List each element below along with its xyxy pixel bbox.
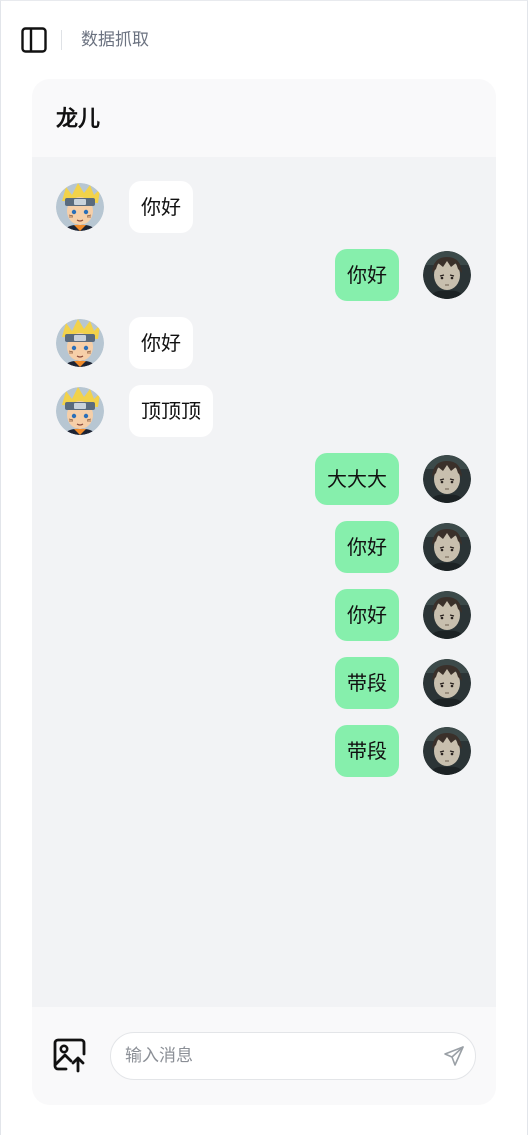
chat-panel: 龙儿 你好 你好 你好 顶顶顶 大大大 你好 你好 带段 带段 输入消息 xyxy=(32,79,496,1105)
message-row: 你好 xyxy=(32,317,496,371)
message-bubble: 大大大 xyxy=(315,453,399,505)
image-upload-icon[interactable] xyxy=(52,1037,88,1073)
naruto-avatar xyxy=(56,387,104,435)
dark-haired-avatar xyxy=(423,727,471,775)
message-bubble: 你好 xyxy=(129,317,193,369)
dark-haired-avatar xyxy=(423,659,471,707)
message-composer xyxy=(32,1007,496,1105)
chat-header: 龙儿 xyxy=(32,79,496,157)
message-bubble: 你好 xyxy=(335,521,399,573)
contact-name: 龙儿 xyxy=(56,107,101,132)
sidebar-panel-icon[interactable] xyxy=(21,27,47,53)
dark-haired-avatar xyxy=(423,455,471,503)
message-row: 大大大 xyxy=(32,453,496,507)
dark-haired-avatar xyxy=(423,523,471,571)
naruto-avatar xyxy=(56,183,104,231)
page-title: 数据抓取 xyxy=(81,30,149,50)
message-list[interactable]: 你好 你好 你好 顶顶顶 大大大 你好 你好 带段 带段 xyxy=(32,157,496,1007)
message-row: 顶顶顶 xyxy=(32,385,496,439)
message-bubble: 你好 xyxy=(335,249,399,301)
dark-haired-avatar xyxy=(423,251,471,299)
send-icon[interactable] xyxy=(443,1045,465,1067)
message-row: 带段 xyxy=(32,657,496,711)
dark-haired-avatar xyxy=(423,591,471,639)
message-row: 带段 xyxy=(32,725,496,779)
top-bar: 数据抓取 xyxy=(1,1,527,79)
message-row: 你好 xyxy=(32,589,496,643)
message-input-wrapper xyxy=(110,1032,476,1080)
message-bubble: 带段 xyxy=(335,725,399,777)
message-bubble: 你好 xyxy=(335,589,399,641)
message-bubble: 带段 xyxy=(335,657,399,709)
message-row: 你好 xyxy=(32,249,496,303)
message-bubble: 顶顶顶 xyxy=(129,385,213,437)
message-row: 你好 xyxy=(32,181,496,235)
naruto-avatar xyxy=(56,319,104,367)
message-bubble: 你好 xyxy=(129,181,193,233)
topbar-divider xyxy=(61,30,62,50)
message-input[interactable] xyxy=(125,1033,425,1079)
message-row: 你好 xyxy=(32,521,496,575)
